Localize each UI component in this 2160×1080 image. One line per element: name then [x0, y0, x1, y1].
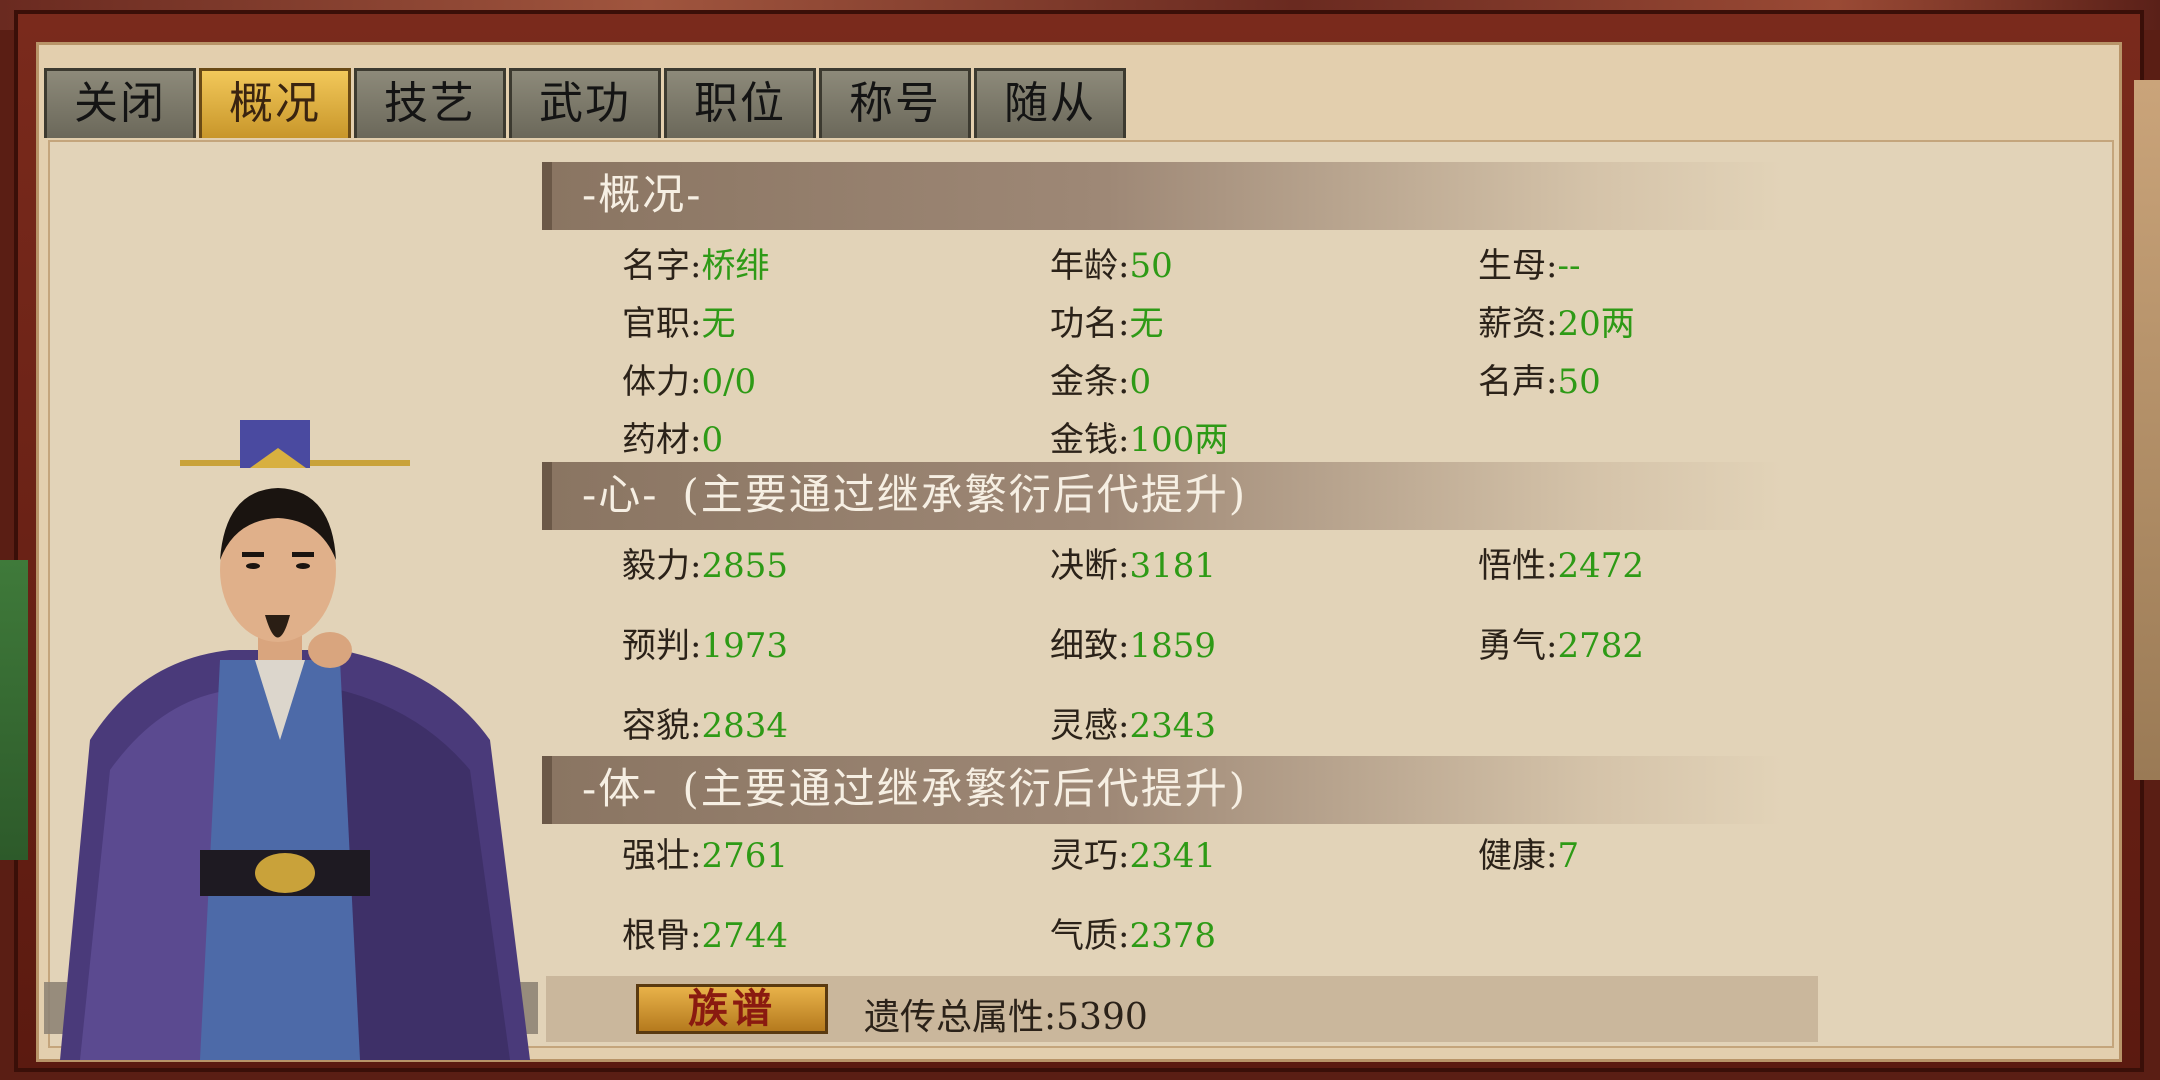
stat-name: 名字:桥绯	[622, 246, 770, 286]
stat-merit-rank: 功名:无	[1050, 304, 1164, 344]
stat-official-post: 官职:无	[622, 304, 736, 344]
heart-header: -心- (主要通过继承繁衍后代提升)	[542, 462, 1782, 530]
tab-close[interactable]: 关闭	[44, 68, 196, 138]
tab-skills[interactable]: 技艺	[354, 68, 506, 138]
stat-inspiration: 灵感:2343	[1050, 706, 1216, 746]
tab-overview[interactable]: 概况	[199, 68, 351, 138]
stat-agility: 灵巧:2341	[1050, 836, 1216, 876]
tab-martial-arts[interactable]: 武功	[509, 68, 661, 138]
stat-temperament: 气质:2378	[1050, 916, 1216, 956]
stat-money: 金钱:100两	[1050, 420, 1229, 460]
stat-comprehension: 悟性:2472	[1478, 546, 1644, 586]
right-scene-decor	[2134, 80, 2160, 780]
body-subtitle: (主要通过继承繁衍后代提升)	[682, 764, 1248, 813]
genetic-label: 遗传总属性:	[864, 997, 1057, 1038]
stat-stamina: 体力:0/0	[622, 362, 757, 402]
stat-salary: 薪资:20两	[1478, 304, 1635, 344]
stat-courage: 勇气:2782	[1478, 626, 1644, 666]
tab-position[interactable]: 职位	[664, 68, 816, 138]
body-header: -体- (主要通过继承繁衍后代提升)	[542, 756, 1782, 824]
stat-meticulousness: 细致:1859	[1050, 626, 1216, 666]
stat-appearance: 容貌:2834	[622, 706, 788, 746]
heart-subtitle: (主要通过继承繁衍后代提升)	[682, 470, 1248, 519]
stat-mother: 生母:--	[1478, 246, 1581, 286]
character-portrait	[60, 420, 530, 1060]
stat-age: 年龄:50	[1050, 246, 1173, 286]
stat-strength: 强壮:2761	[622, 836, 788, 876]
tab-followers[interactable]: 随从	[974, 68, 1126, 138]
stat-perseverance: 毅力:2855	[622, 546, 788, 586]
stat-decisiveness: 决断:3181	[1050, 546, 1216, 586]
stat-herbs: 药材:0	[622, 420, 724, 460]
overview-title: -概况-	[582, 170, 703, 219]
stat-gold-bars: 金条:0	[1050, 362, 1152, 402]
clan-tree-button[interactable]: 族谱	[636, 984, 828, 1034]
overview-header: -概况-	[542, 162, 1782, 230]
tab-bar: 关闭 概况 技艺 武功 职位 称号 随从	[44, 68, 1129, 140]
stat-health: 健康:7	[1478, 836, 1580, 876]
body-title: -体-	[582, 764, 659, 813]
stat-fame: 名声:50	[1478, 362, 1601, 402]
tab-title[interactable]: 称号	[819, 68, 971, 138]
stat-constitution: 根骨:2744	[622, 916, 788, 956]
heart-title: -心-	[582, 470, 659, 519]
genetic-total: 遗传总属性:5390	[864, 988, 1148, 1040]
genetic-value: 5390	[1056, 997, 1148, 1038]
stat-foresight: 预判:1973	[622, 626, 788, 666]
